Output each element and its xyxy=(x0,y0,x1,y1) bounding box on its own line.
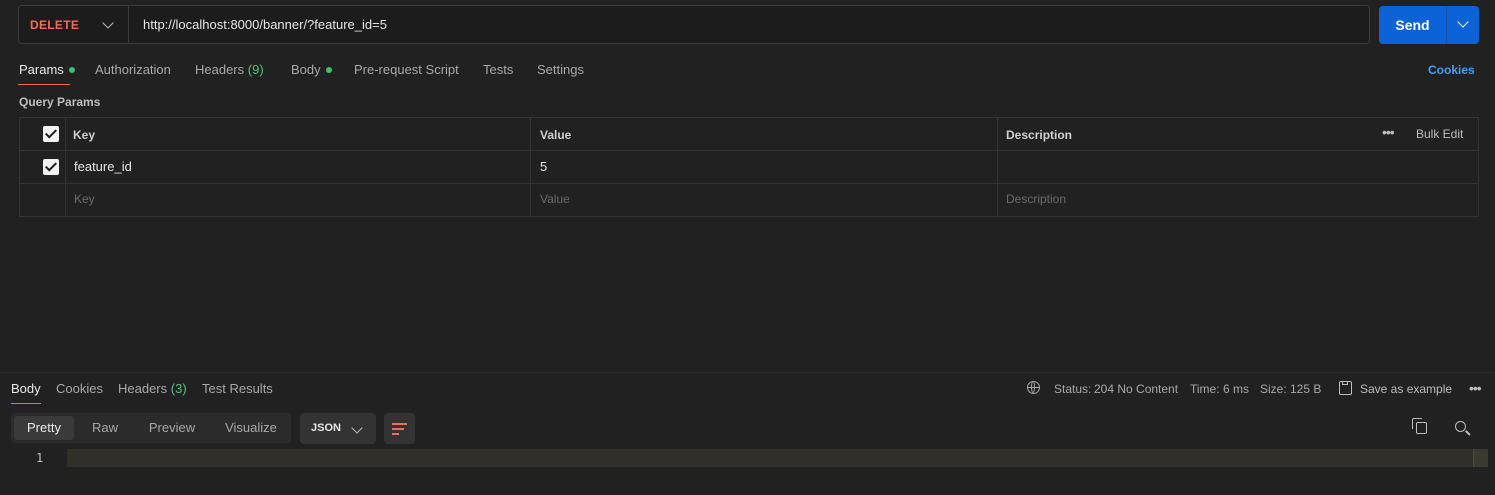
response-editor-line[interactable] xyxy=(67,449,1487,467)
headers-count-badge: (9) xyxy=(247,62,264,77)
tab-headers-label: Headers xyxy=(195,62,245,77)
line-number: 1 xyxy=(36,451,44,465)
method-selector[interactable]: DELETE xyxy=(19,6,129,43)
wrap-lines-icon xyxy=(392,422,407,435)
editor-scrollbar[interactable] xyxy=(1473,449,1488,467)
tab-params-label: Params xyxy=(19,62,64,77)
url-bar: DELETE xyxy=(18,5,1370,44)
new-description-input[interactable]: Description xyxy=(1006,191,1066,207)
tab-body-label: Body xyxy=(291,62,321,77)
param-value-cell[interactable]: 5 xyxy=(540,159,547,175)
more-options-icon[interactable]: ••• xyxy=(1382,124,1395,140)
more-icon[interactable]: ••• xyxy=(1469,380,1482,396)
row-divider xyxy=(20,183,1478,184)
new-value-input[interactable]: Value xyxy=(540,191,570,207)
response-headers-count: (3) xyxy=(170,381,187,396)
active-response-tab-underline xyxy=(11,403,41,404)
tab-body[interactable]: Body xyxy=(291,61,332,79)
tab-tests[interactable]: Tests xyxy=(483,61,513,79)
chevron-down-icon xyxy=(102,17,114,29)
row-divider xyxy=(20,150,1478,151)
size-label: Size: xyxy=(1260,382,1287,396)
response-tab-body[interactable]: Body xyxy=(11,381,41,397)
new-key-input[interactable]: Key xyxy=(74,191,95,207)
send-divider xyxy=(1446,6,1447,44)
column-divider xyxy=(997,118,998,216)
bulk-edit-button[interactable]: Bulk Edit xyxy=(1416,126,1463,142)
time-value[interactable]: 6 ms xyxy=(1223,381,1249,397)
size-value[interactable]: 125 B xyxy=(1290,381,1321,397)
column-divider xyxy=(530,118,531,216)
search-icon[interactable] xyxy=(1455,421,1466,432)
save-icon xyxy=(1339,381,1352,395)
status-dot-icon xyxy=(325,66,332,73)
tab-params[interactable]: Params xyxy=(19,61,75,79)
status-value[interactable]: 204 No Content xyxy=(1094,381,1178,397)
chevron-down-icon xyxy=(351,422,363,434)
active-tab-underline xyxy=(18,84,70,85)
response-tab-cookies[interactable]: Cookies xyxy=(56,381,103,397)
pane-splitter[interactable] xyxy=(0,372,1495,373)
select-all-checkbox[interactable] xyxy=(43,126,59,142)
params-table: Key Value Description ••• Bulk Edit feat… xyxy=(19,117,1479,217)
method-label: DELETE xyxy=(30,17,80,32)
time-label: Time: xyxy=(1190,382,1220,396)
cookies-link[interactable]: Cookies xyxy=(1428,61,1475,79)
param-key-cell[interactable]: feature_id xyxy=(74,159,132,175)
view-mode-raw[interactable]: Raw xyxy=(77,416,133,440)
copy-icon[interactable] xyxy=(1412,418,1427,434)
format-label: JSON xyxy=(311,422,341,434)
view-mode-selector: Pretty Raw Preview Visualize xyxy=(11,413,291,443)
chevron-down-icon[interactable] xyxy=(1457,16,1469,28)
view-mode-pretty[interactable]: Pretty xyxy=(14,416,74,440)
response-tab-headers[interactable]: Headers (3) xyxy=(118,381,187,397)
response-tab-headers-label: Headers xyxy=(118,381,168,396)
format-dropdown[interactable]: JSON xyxy=(300,413,376,444)
column-header-description: Description xyxy=(1006,128,1073,142)
tab-headers[interactable]: Headers (9) xyxy=(195,61,264,79)
status-label: Status: xyxy=(1054,382,1092,396)
view-mode-visualize[interactable]: Visualize xyxy=(213,416,289,440)
status-dot-icon xyxy=(68,66,75,73)
column-divider xyxy=(65,118,66,216)
row-checkbox[interactable] xyxy=(43,159,59,175)
response-tab-test-results[interactable]: Test Results xyxy=(202,381,273,397)
column-header-value: Value xyxy=(540,128,572,142)
view-mode-preview[interactable]: Preview xyxy=(137,416,207,440)
tab-settings[interactable]: Settings xyxy=(537,61,584,79)
query-params-title: Query Params xyxy=(19,95,101,109)
save-as-example-button[interactable]: Save as example xyxy=(1360,381,1452,397)
send-label: Send xyxy=(1395,17,1430,33)
send-button[interactable]: Send xyxy=(1379,6,1479,44)
wrap-lines-button[interactable] xyxy=(384,413,415,444)
globe-icon[interactable] xyxy=(1027,381,1040,394)
tab-pre-request-script[interactable]: Pre-request Script xyxy=(354,61,459,79)
tab-authorization[interactable]: Authorization xyxy=(95,61,171,79)
column-header-key: Key xyxy=(73,128,96,142)
url-input[interactable] xyxy=(143,6,1343,43)
